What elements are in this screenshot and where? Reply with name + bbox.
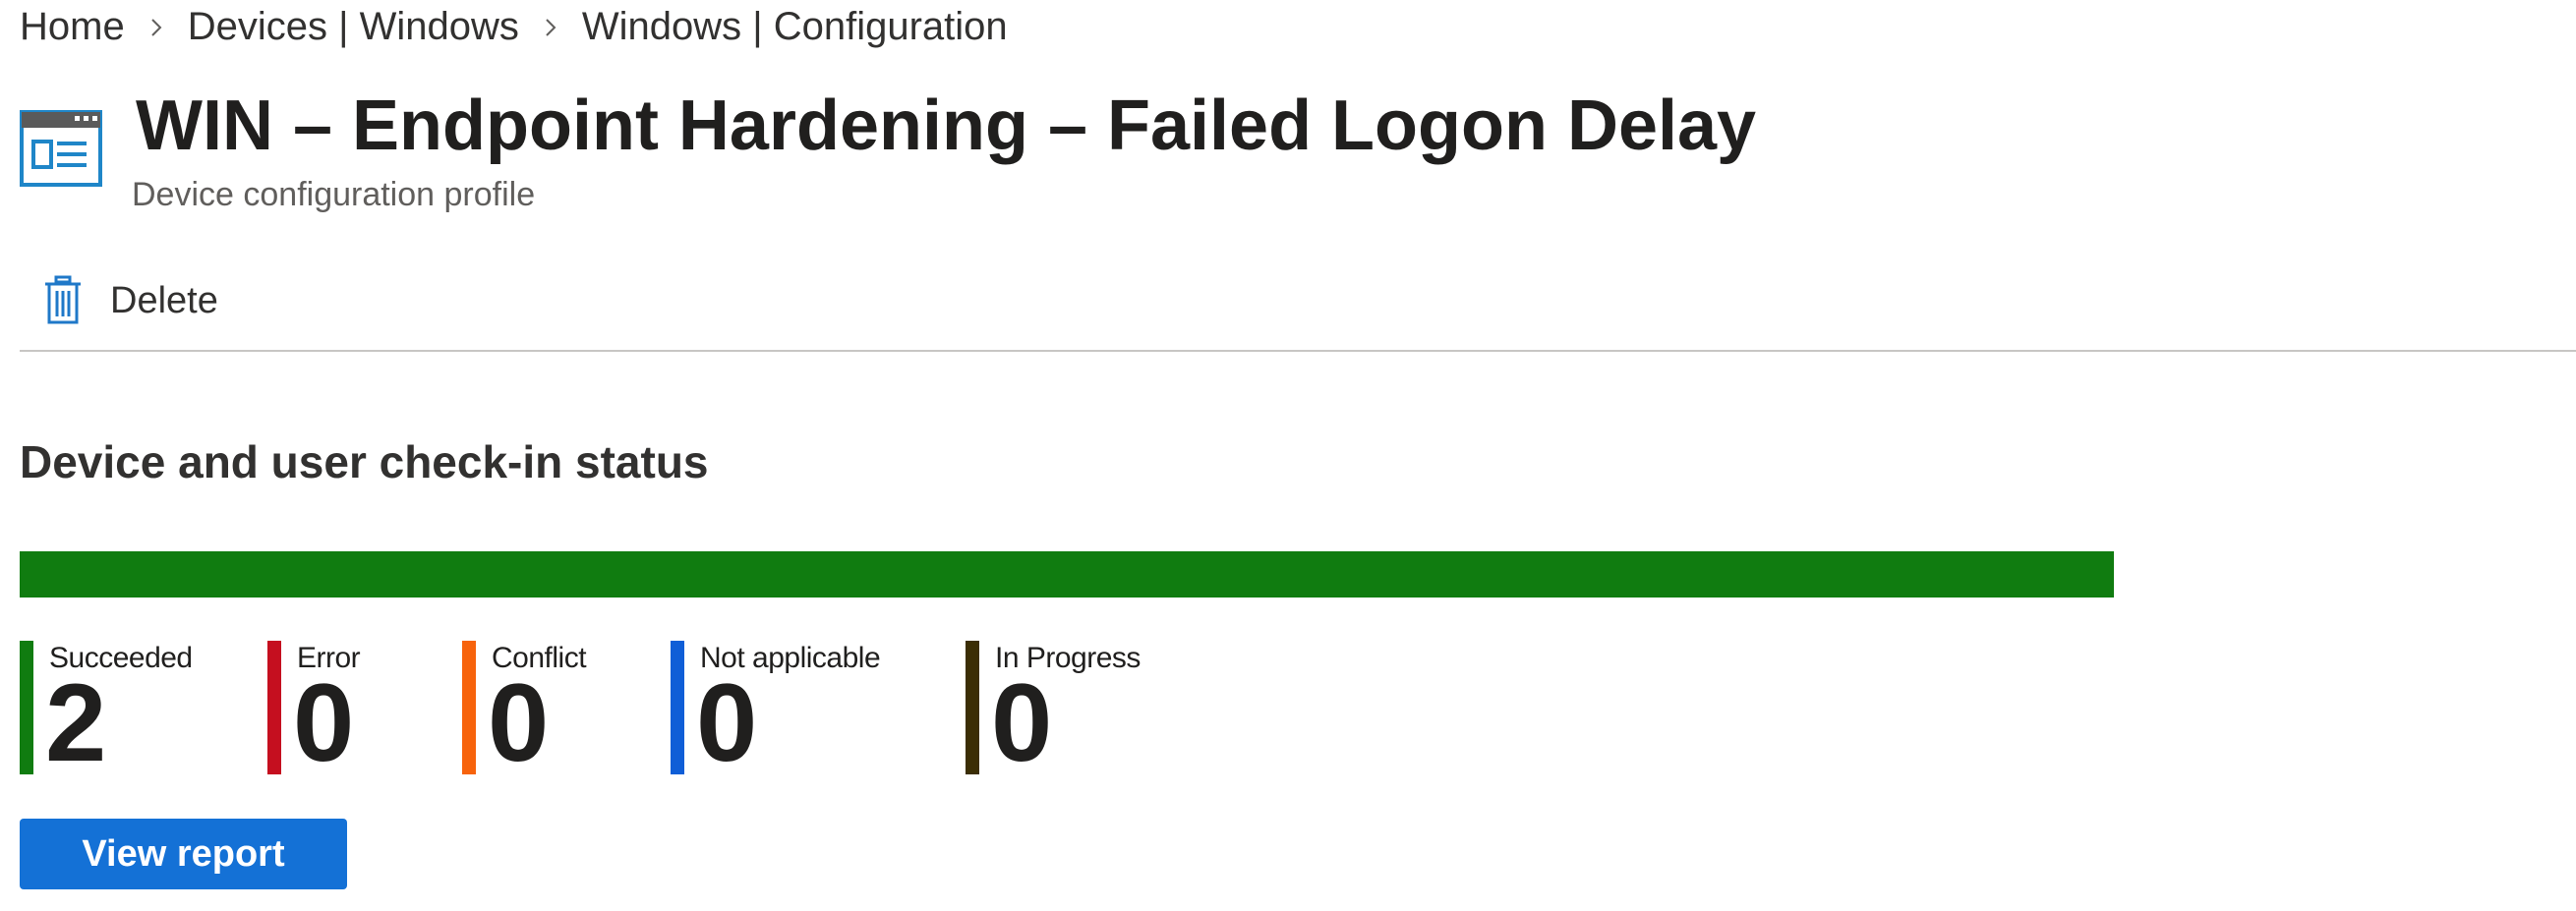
status-count: 0 <box>696 661 758 784</box>
chevron-right-icon <box>125 10 188 43</box>
delete-button-label: Delete <box>110 279 218 321</box>
status-legend-in-progress[interactable]: In Progress 0 <box>966 641 1141 778</box>
trash-icon <box>43 275 83 326</box>
breadcrumb-home[interactable]: Home <box>20 5 125 49</box>
status-legend-text: Conflict 0 <box>488 641 587 778</box>
page-subtitle: Device configuration profile <box>132 176 536 213</box>
page-title: WIN – Endpoint Hardening – Failed Logon … <box>136 86 1757 165</box>
page: Home Devices | Windows Windows | Configu… <box>0 0 2576 911</box>
status-legend-conflict[interactable]: Conflict 0 <box>462 641 587 778</box>
status-swatch-error <box>267 641 281 774</box>
breadcrumb-devices-windows[interactable]: Devices | Windows <box>188 5 519 49</box>
status-legend-text: Not applicable 0 <box>696 641 881 778</box>
status-legend-error[interactable]: Error 0 <box>267 641 361 778</box>
status-swatch-conflict <box>462 641 476 774</box>
toolbar-divider <box>20 350 2576 352</box>
status-legend-text: Succeeded 2 <box>45 641 193 778</box>
breadcrumb-windows-configuration[interactable]: Windows | Configuration <box>582 5 1008 49</box>
status-swatch-not-applicable <box>671 641 684 774</box>
status-legend-text: In Progress 0 <box>991 641 1141 778</box>
status-legend-not-applicable[interactable]: Not applicable 0 <box>671 641 881 778</box>
checkin-status-bar <box>20 551 2114 598</box>
configuration-profile-icon <box>20 110 102 187</box>
checkin-status-title: Device and user check-in status <box>20 436 709 487</box>
delete-button[interactable]: Delete <box>20 263 228 338</box>
status-count: 2 <box>45 661 107 784</box>
status-bar-segment-succeeded <box>20 551 2114 598</box>
view-report-button[interactable]: View report <box>20 819 347 889</box>
status-swatch-succeeded <box>20 641 33 774</box>
status-count: 0 <box>991 661 1053 784</box>
status-swatch-in-progress <box>966 641 979 774</box>
breadcrumb: Home Devices | Windows Windows | Configu… <box>20 0 1008 53</box>
toolbar: Delete <box>20 263 228 338</box>
status-legend-text: Error 0 <box>293 641 361 778</box>
chevron-right-icon <box>519 10 582 43</box>
status-count: 0 <box>488 661 550 784</box>
status-count: 0 <box>293 661 355 784</box>
status-legend-succeeded[interactable]: Succeeded 2 <box>20 641 193 778</box>
